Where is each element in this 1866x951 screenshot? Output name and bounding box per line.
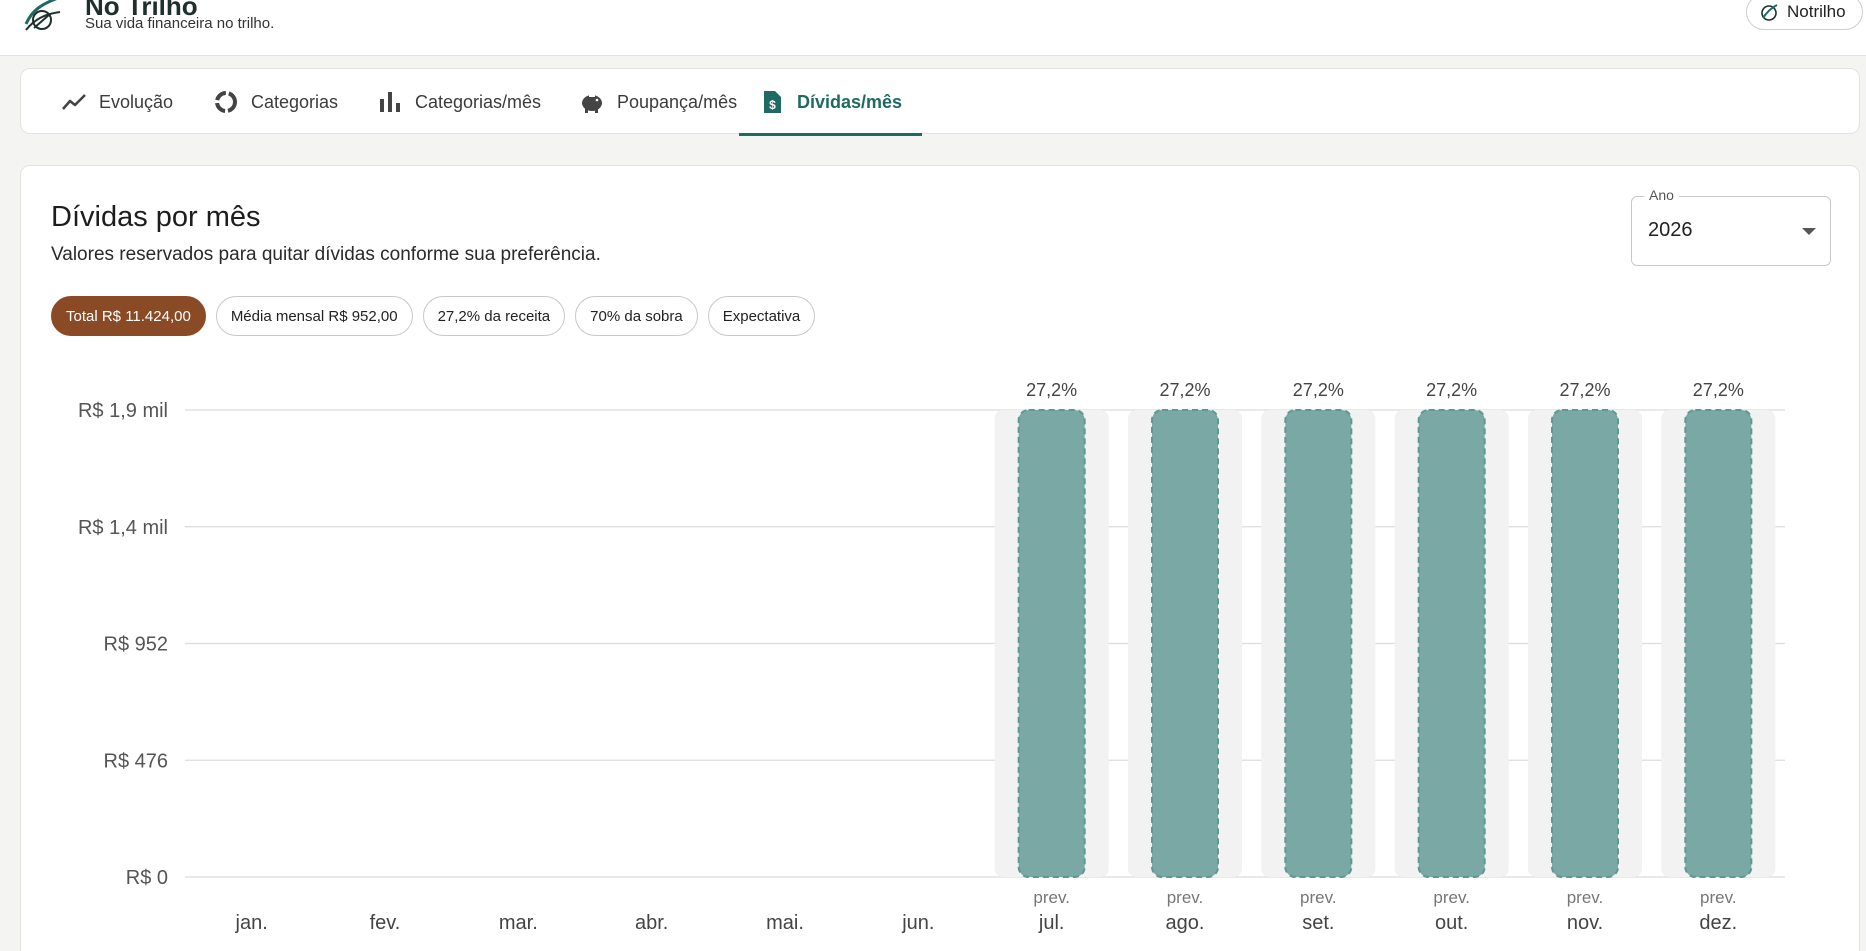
y-tick-label: R$ 0 xyxy=(126,867,168,889)
x-tick-label: mar. xyxy=(499,912,538,934)
x-tick-label: jul. xyxy=(1038,912,1065,934)
chart-svg: R$ 0 R$ 476 R$ 952 R$ 1,4 mil R$ 1,9 mil jan.… xyxy=(78,380,1785,934)
tab-categorias-mes[interactable]: Categorias/mês xyxy=(357,69,561,135)
chip-monthly-average[interactable]: Média mensal R$ 952,00 xyxy=(215,296,413,336)
x-tick-label: out. xyxy=(1435,912,1468,934)
tab-label: Evolução xyxy=(99,91,174,112)
x-tick-label: dez. xyxy=(1699,912,1737,934)
logo-avatar-icon xyxy=(1761,4,1778,21)
app-subtitle: Sua vida financeira no trilho. xyxy=(85,15,275,32)
bar-percent-label: 27,2% xyxy=(1693,380,1744,400)
tab-evolucao[interactable]: Evolução xyxy=(41,69,193,135)
y-tick-label: R$ 952 xyxy=(104,634,169,656)
x-tick-label: fev. xyxy=(370,912,401,934)
svg-text:$: $ xyxy=(769,98,776,112)
x-tick-label: ago. xyxy=(1166,912,1205,934)
bar-forecast-label: prev. xyxy=(1700,888,1737,907)
user-label: Notrilho xyxy=(1787,2,1846,21)
user-menu-button[interactable]: Notrilho xyxy=(1746,0,1863,30)
x-tick-label: set. xyxy=(1302,912,1334,934)
bar xyxy=(1684,409,1753,878)
x-tick-label: nov. xyxy=(1567,912,1603,934)
debts-bar-chart: R$ 0 R$ 476 R$ 952 R$ 1,4 mil R$ 1,9 mil jan.… xyxy=(20,360,1850,951)
y-tick-label: R$ 1,9 mil xyxy=(78,400,168,422)
bar-forecast-label: prev. xyxy=(1567,888,1604,907)
chip-total[interactable]: Total R$ 11.424,00 xyxy=(51,296,206,336)
x-tick-label: mai. xyxy=(766,912,804,934)
year-select-value: 2026 xyxy=(1648,219,1693,241)
bar-percent-label: 27,2% xyxy=(1026,380,1077,400)
bar-percent-label: 27,2% xyxy=(1159,380,1210,400)
app-logo-icon xyxy=(24,0,61,31)
trend-line-icon xyxy=(62,94,86,110)
bar-forecast-label: prev. xyxy=(1433,888,1470,907)
y-tick-label: R$ 1,4 mil xyxy=(78,517,168,539)
piggy-bank-icon xyxy=(582,95,602,113)
x-tick-label: jun. xyxy=(901,912,934,934)
x-tick-label: abr. xyxy=(635,912,668,934)
bar-percent-label: 27,2% xyxy=(1426,380,1477,400)
y-tick-label: R$ 476 xyxy=(104,750,169,772)
tab-label: Poupança/mês xyxy=(617,91,738,112)
tabs-bar: Evolução Categorias Categorias/mês Poupa… xyxy=(20,68,1860,136)
bar-percent-label: 27,2% xyxy=(1559,380,1610,400)
chevron-down-icon xyxy=(1802,228,1816,235)
tab-label: Categorias/mês xyxy=(415,91,542,112)
tab-dividas-mes[interactable]: $ Dívidas/mês xyxy=(739,69,923,136)
tab-label: Categorias xyxy=(251,91,339,112)
summary-chips: Total R$ 11.424,00 Média mensal R$ 952,0… xyxy=(51,296,816,336)
bar xyxy=(1151,409,1219,878)
year-select-label: Ano xyxy=(1644,187,1679,203)
bar xyxy=(1417,409,1486,878)
donut-icon xyxy=(215,91,237,113)
top-bar: No Trilho Sua vida financeira no trilho.… xyxy=(0,0,1866,56)
bar-chart-icon xyxy=(380,92,400,112)
tab-categorias[interactable]: Categorias xyxy=(193,69,358,135)
chip-surplus-share[interactable]: 70% da sobra xyxy=(575,296,698,336)
bar xyxy=(1551,409,1619,878)
card-title: Dívidas por mês xyxy=(51,201,261,233)
year-select[interactable]: Ano 2026 xyxy=(1631,187,1831,266)
chip-income-share[interactable]: 27,2% da receita xyxy=(422,296,566,336)
bar-forecast-label: prev. xyxy=(1300,888,1337,907)
x-tick-label: jan. xyxy=(235,912,268,934)
bar-forecast-label: prev. xyxy=(1167,888,1204,907)
bar xyxy=(1284,409,1353,878)
bar xyxy=(1017,409,1086,878)
tab-poupanca-mes[interactable]: Poupança/mês xyxy=(559,69,757,135)
bar-percent-label: 27,2% xyxy=(1293,380,1344,400)
chip-expectation[interactable]: Expectativa xyxy=(707,296,816,336)
bar-forecast-label: prev. xyxy=(1033,888,1070,907)
tab-label: Dívidas/mês xyxy=(797,91,903,112)
money-file-icon: $ xyxy=(764,91,781,113)
card-subtitle: Valores reservados para quitar dívidas c… xyxy=(51,244,601,265)
